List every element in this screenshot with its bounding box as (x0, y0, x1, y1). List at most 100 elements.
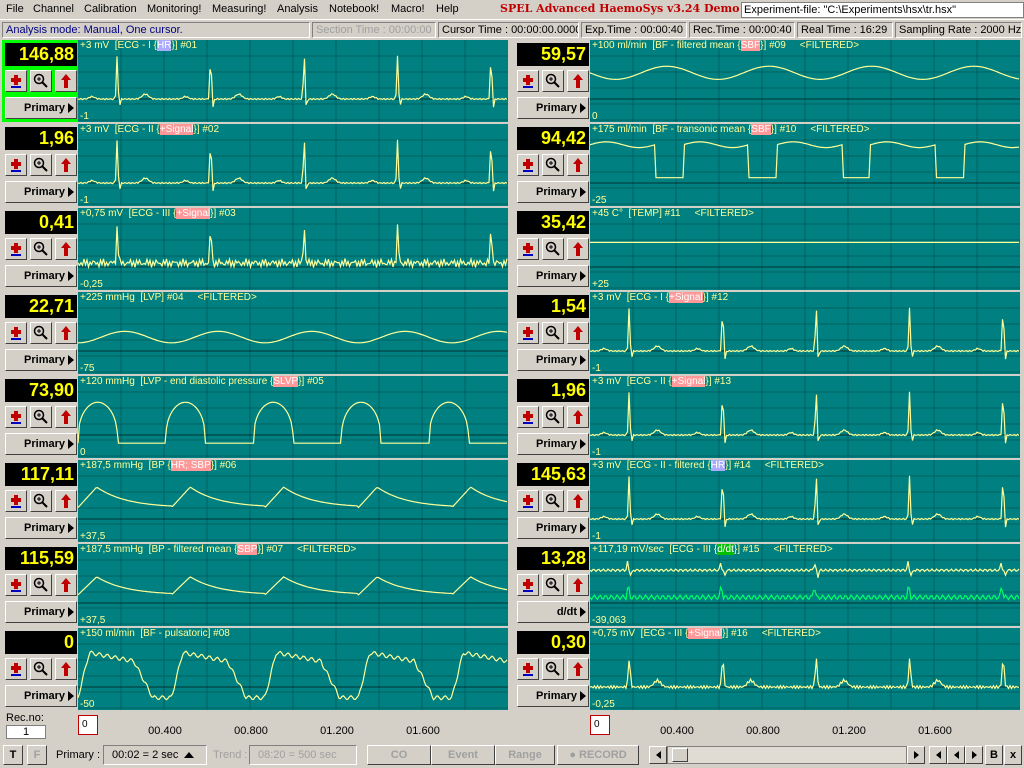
channel-mode-button[interactable]: Primary (5, 181, 77, 203)
record-button[interactable]: ● RECORD (557, 745, 639, 765)
channel-mode-button[interactable]: d/dt (517, 601, 589, 623)
scale-up-button[interactable] (567, 322, 589, 344)
scale-up-button[interactable] (55, 154, 77, 176)
t-button[interactable]: T (3, 745, 23, 765)
calibrate-button[interactable] (5, 154, 27, 176)
range-button[interactable]: Range (495, 745, 555, 765)
scroll-right-button[interactable] (907, 746, 925, 764)
scale-up-button[interactable] (567, 406, 589, 428)
scale-up-button[interactable] (55, 490, 77, 512)
channel-mode-button[interactable]: Primary (517, 97, 589, 119)
zoom-button[interactable] (30, 238, 52, 260)
zoom-button[interactable] (30, 658, 52, 680)
menu-help[interactable]: Help (436, 3, 459, 15)
menu-notebook[interactable]: Notebook! (329, 3, 379, 15)
channel-mode-button[interactable]: Primary (5, 97, 77, 119)
trend-timebase[interactable]: 08:20 = 500 sec (249, 745, 357, 765)
zoom-button[interactable] (30, 70, 52, 92)
channel-mode-button[interactable]: Primary (517, 433, 589, 455)
channel-graph-3[interactable]: +0,75 mV [ECG - III {+Signal}] #03 -0,25 (78, 208, 508, 290)
zoom-button[interactable] (542, 322, 564, 344)
nav-first-button[interactable] (929, 746, 947, 764)
calibrate-button[interactable] (517, 322, 539, 344)
channel-graph-16[interactable]: +0,75 mV [ECG - III {+Signal}] #16 <FILTE… (590, 628, 1020, 710)
zoom-button[interactable] (30, 406, 52, 428)
zoom-button[interactable] (542, 574, 564, 596)
channel-mode-button[interactable]: Primary (517, 349, 589, 371)
scale-up-button[interactable] (55, 658, 77, 680)
calibrate-button[interactable] (5, 238, 27, 260)
zoom-button[interactable] (542, 406, 564, 428)
channel-graph-10[interactable]: +175 ml/min [BF - transonic mean {SBF}] … (590, 124, 1020, 206)
menu-measuring[interactable]: Measuring! (212, 3, 266, 15)
zoom-button[interactable] (30, 322, 52, 344)
channel-mode-button[interactable]: Primary (5, 349, 77, 371)
scrollbar-thumb[interactable] (672, 748, 688, 762)
channel-graph-13[interactable]: +3 mV [ECG - II {+Signal}] #13 -1 (590, 376, 1020, 458)
menu-monitoring[interactable]: Monitoring! (147, 3, 201, 15)
menu-analysis[interactable]: Analysis (277, 3, 318, 15)
channel-mode-button[interactable]: Primary (5, 265, 77, 287)
scale-up-button[interactable] (567, 658, 589, 680)
menu-file[interactable]: File (6, 3, 24, 15)
channel-mode-button[interactable]: Primary (5, 601, 77, 623)
nav-prev-button[interactable] (947, 746, 965, 764)
channel-graph-1[interactable]: +3 mV [ECG - I {HR}] #01 -1 (78, 40, 508, 122)
scale-up-button[interactable] (567, 154, 589, 176)
calibrate-button[interactable] (517, 658, 539, 680)
zoom-button[interactable] (542, 154, 564, 176)
zoom-button[interactable] (542, 490, 564, 512)
zoom-button[interactable] (542, 658, 564, 680)
channel-graph-7[interactable]: +187,5 mmHg [BP - filtered mean {SBP}] #… (78, 544, 508, 626)
channel-graph-14[interactable]: +3 mV [ECG - II - filtered {HR}] #14 <FIL… (590, 460, 1020, 542)
channel-graph-15[interactable]: +117,19 mV/sec [ECG - III {d/dt}] #15 <FI… (590, 544, 1020, 626)
calibrate-button[interactable] (5, 322, 27, 344)
zoom-button[interactable] (30, 154, 52, 176)
channel-mode-button[interactable]: Primary (517, 265, 589, 287)
calibrate-button[interactable] (5, 70, 27, 92)
scroll-left-button[interactable] (649, 746, 667, 764)
channel-mode-button[interactable]: Primary (517, 685, 589, 707)
co-button[interactable]: CO (367, 745, 431, 765)
scale-up-button[interactable] (55, 70, 77, 92)
channel-graph-4[interactable]: +225 mmHg [LVP] #04 <FILTERED> -75 (78, 292, 508, 374)
channel-mode-button[interactable]: Primary (5, 517, 77, 539)
calibrate-button[interactable] (517, 406, 539, 428)
channel-graph-9[interactable]: +100 ml/min [BF - filtered mean {SBF}] #… (590, 40, 1020, 122)
scale-up-button[interactable] (55, 238, 77, 260)
calibrate-button[interactable] (517, 238, 539, 260)
zoom-button[interactable] (542, 238, 564, 260)
time-scrollbar[interactable] (667, 746, 907, 764)
channel-mode-button[interactable]: Primary (517, 517, 589, 539)
calibrate-button[interactable] (517, 490, 539, 512)
channel-mode-button[interactable]: Primary (517, 181, 589, 203)
channel-mode-button[interactable]: Primary (5, 685, 77, 707)
primary-timebase[interactable]: 00:02 = 2 sec (103, 745, 207, 765)
scale-up-button[interactable] (55, 406, 77, 428)
calibrate-button[interactable] (517, 70, 539, 92)
scale-up-button[interactable] (567, 238, 589, 260)
channel-graph-2[interactable]: +3 mV [ECG - II {+Signal}] #02 -1 (78, 124, 508, 206)
zoom-button[interactable] (30, 574, 52, 596)
calibrate-button[interactable] (517, 154, 539, 176)
b-button[interactable]: B (985, 745, 1003, 765)
menu-channel[interactable]: Channel (33, 3, 74, 15)
channel-graph-12[interactable]: +3 mV [ECG - I {+Signal}] #12 -1 (590, 292, 1020, 374)
f-button[interactable]: F (27, 745, 47, 765)
event-button[interactable]: Event (431, 745, 495, 765)
channel-graph-6[interactable]: +187,5 mmHg [BP {HR; SBP}] #06 +37,5 (78, 460, 508, 542)
channel-graph-11[interactable]: +45 C° [TEMP] #11 <FILTERED> +25 (590, 208, 1020, 290)
close-x-button[interactable]: x (1004, 745, 1022, 765)
menu-calibration[interactable]: Calibration (84, 3, 137, 15)
scale-up-button[interactable] (567, 490, 589, 512)
scale-up-button[interactable] (567, 574, 589, 596)
calibrate-button[interactable] (5, 406, 27, 428)
channel-mode-button[interactable]: Primary (5, 433, 77, 455)
rec-no-field[interactable]: 1 (6, 725, 46, 739)
calibrate-button[interactable] (5, 658, 27, 680)
zoom-button[interactable] (30, 490, 52, 512)
calibrate-button[interactable] (5, 574, 27, 596)
menu-macro[interactable]: Macro! (391, 3, 425, 15)
calibrate-button[interactable] (5, 490, 27, 512)
scale-up-button[interactable] (567, 70, 589, 92)
